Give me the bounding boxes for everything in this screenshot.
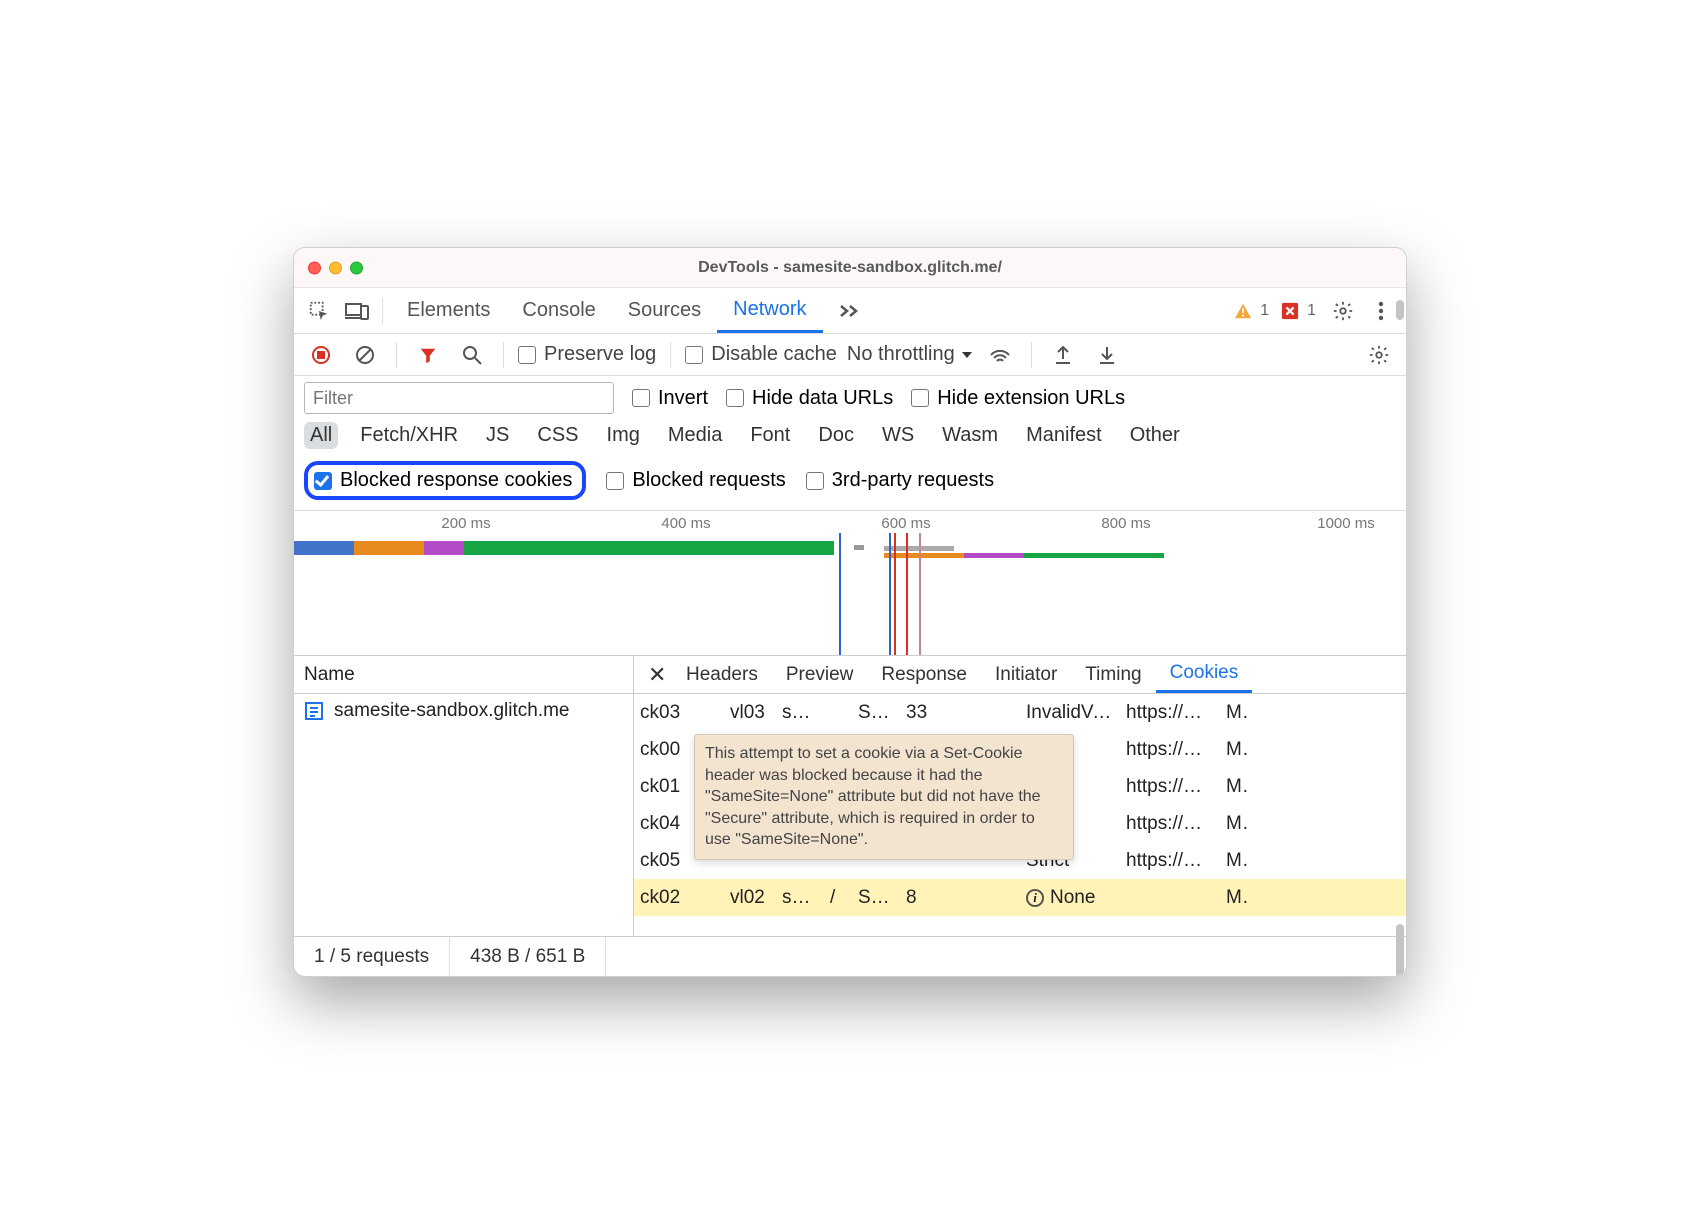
warning-count: 1 xyxy=(1260,302,1269,320)
close-details-button[interactable]: ✕ xyxy=(634,656,672,693)
table-row[interactable]: ck03vl03s…S…33InvalidVa…https://…M. xyxy=(634,694,1406,731)
minimize-window-button[interactable] xyxy=(329,261,342,274)
device-toggle-icon[interactable] xyxy=(340,294,374,328)
details-tab-timing[interactable]: Timing xyxy=(1071,656,1155,693)
hide-extension-urls-checkbox[interactable]: Hide extension URLs xyxy=(911,387,1125,410)
inspect-icon[interactable] xyxy=(302,294,336,328)
error-count: 1 xyxy=(1307,302,1316,320)
type-media[interactable]: Media xyxy=(662,422,728,449)
error-icon[interactable] xyxy=(1279,300,1301,322)
tab-network[interactable]: Network xyxy=(717,288,822,333)
disable-cache-checkbox[interactable]: Disable cache xyxy=(685,343,837,366)
chevron-down-icon xyxy=(961,351,973,359)
clear-button[interactable] xyxy=(348,338,382,372)
hide-data-urls-checkbox[interactable]: Hide data URLs xyxy=(726,387,893,410)
cookies-table: ck03vl03s…S…33InvalidVa…https://…M. ck00… xyxy=(634,694,1406,936)
maximize-window-button[interactable] xyxy=(350,261,363,274)
request-list: Name samesite-sandbox.glitch.me xyxy=(294,656,634,936)
type-ws[interactable]: WS xyxy=(876,422,920,449)
info-icon: i xyxy=(1026,889,1044,907)
panel-tabs: Elements Console Sources Network xyxy=(391,288,875,333)
type-font[interactable]: Font xyxy=(744,422,796,449)
import-icon[interactable] xyxy=(1090,338,1124,372)
settings-icon[interactable] xyxy=(1326,294,1360,328)
request-split: Name samesite-sandbox.glitch.me ✕ Header… xyxy=(294,656,1406,936)
details-tab-preview[interactable]: Preview xyxy=(772,656,868,693)
details-tab-response[interactable]: Response xyxy=(867,656,981,693)
third-party-requests-checkbox[interactable]: 3rd-party requests xyxy=(806,469,994,492)
type-wasm[interactable]: Wasm xyxy=(936,422,1004,449)
record-button[interactable] xyxy=(304,338,338,372)
filter-bar: Invert Hide data URLs Hide extension URL… xyxy=(294,376,1406,420)
tab-elements[interactable]: Elements xyxy=(391,288,506,333)
invert-checkbox[interactable]: Invert xyxy=(632,387,708,410)
more-tabs-button[interactable] xyxy=(823,288,875,333)
type-css[interactable]: CSS xyxy=(531,422,584,449)
titlebar: DevTools - samesite-sandbox.glitch.me/ xyxy=(294,248,1406,288)
timeline-overview[interactable]: 200 ms 400 ms 600 ms 800 ms 1000 ms xyxy=(294,511,1406,656)
type-js[interactable]: JS xyxy=(480,422,515,449)
details-tab-cookies[interactable]: Cookies xyxy=(1156,656,1253,693)
window-controls xyxy=(308,261,363,274)
type-all[interactable]: All xyxy=(304,422,338,449)
type-other[interactable]: Other xyxy=(1124,422,1186,449)
network-conditions-icon[interactable] xyxy=(983,338,1017,372)
blocked-requests-checkbox[interactable]: Blocked requests xyxy=(606,469,785,492)
export-icon[interactable] xyxy=(1046,338,1080,372)
request-row[interactable]: samesite-sandbox.glitch.me xyxy=(294,694,633,728)
tab-sources[interactable]: Sources xyxy=(612,288,717,333)
type-fetchxhr[interactable]: Fetch/XHR xyxy=(354,422,464,449)
status-requests: 1 / 5 requests xyxy=(294,937,450,976)
scrollbar[interactable] xyxy=(1392,294,1406,976)
type-img[interactable]: Img xyxy=(601,422,646,449)
name-column-header[interactable]: Name xyxy=(294,656,633,694)
preserve-log-checkbox[interactable]: Preserve log xyxy=(518,343,656,366)
type-manifest[interactable]: Manifest xyxy=(1020,422,1108,449)
document-icon xyxy=(304,701,324,721)
devtools-window: DevTools - samesite-sandbox.glitch.me/ E… xyxy=(293,247,1407,977)
details-tab-initiator[interactable]: Initiator xyxy=(981,656,1071,693)
table-row[interactable]: ck02vl02s…/S…8iNoneM. xyxy=(634,879,1406,916)
extra-filters: Blocked response cookies Blocked request… xyxy=(294,455,1406,511)
status-bar: 1 / 5 requests 438 B / 651 B xyxy=(294,936,1406,976)
resource-type-filter: All Fetch/XHR JS CSS Img Media Font Doc … xyxy=(294,420,1406,455)
details-tab-headers[interactable]: Headers xyxy=(672,656,772,693)
cookie-block-reason-tooltip: This attempt to set a cookie via a Set-C… xyxy=(694,734,1074,860)
filter-icon[interactable] xyxy=(411,338,445,372)
status-transfer: 438 B / 651 B xyxy=(450,937,606,976)
search-icon[interactable] xyxy=(455,338,489,372)
network-settings-icon[interactable] xyxy=(1362,338,1396,372)
close-window-button[interactable] xyxy=(308,261,321,274)
throttling-select[interactable]: No throttling xyxy=(847,343,973,366)
blocked-response-cookies-checkbox[interactable]: Blocked response cookies xyxy=(314,469,572,492)
tab-console[interactable]: Console xyxy=(506,288,611,333)
filter-input[interactable] xyxy=(304,382,614,414)
network-toolbar: Preserve log Disable cache No throttling xyxy=(294,334,1406,376)
request-details: ✕ Headers Preview Response Initiator Tim… xyxy=(634,656,1406,936)
warning-icon[interactable] xyxy=(1232,300,1254,322)
blocked-response-cookies-highlight: Blocked response cookies xyxy=(304,461,586,500)
type-doc[interactable]: Doc xyxy=(812,422,860,449)
window-title: DevTools - samesite-sandbox.glitch.me/ xyxy=(294,259,1406,277)
main-toolbar: Elements Console Sources Network 1 1 xyxy=(294,288,1406,334)
